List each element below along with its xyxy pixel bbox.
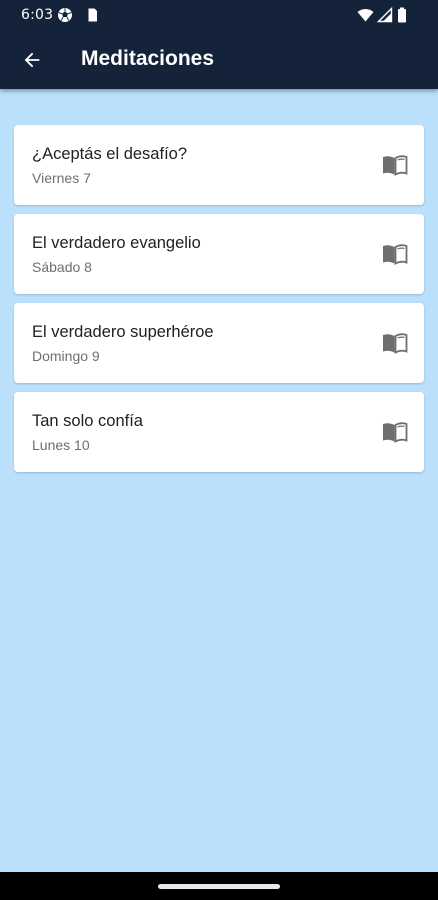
arrow-left-icon bbox=[24, 52, 40, 68]
meditation-title: El verdadero superhéroe bbox=[32, 323, 214, 341]
wifi-icon bbox=[357, 8, 374, 22]
meditation-title: ¿Aceptás el desafío? bbox=[32, 145, 188, 163]
status-time: 6:03 bbox=[21, 7, 54, 23]
meditation-title: El verdadero evangelio bbox=[32, 234, 201, 252]
meditation-date: Viernes 7 bbox=[32, 170, 91, 186]
meditation-card[interactable]: Tan solo confía Lunes 10 bbox=[14, 392, 424, 472]
app-bar: Meditaciones bbox=[0, 30, 438, 89]
open-book-icon bbox=[383, 333, 408, 354]
back-button[interactable] bbox=[18, 46, 46, 74]
meditation-card[interactable]: El verdadero superhéroe Domingo 9 bbox=[14, 303, 424, 383]
page-title: Meditaciones bbox=[81, 47, 215, 70]
battery-icon bbox=[398, 7, 406, 23]
signal-icon bbox=[377, 7, 393, 23]
home-gesture-handle[interactable] bbox=[158, 884, 280, 889]
open-book-icon bbox=[383, 244, 408, 265]
open-book-icon bbox=[383, 155, 408, 176]
meditation-card[interactable]: El verdadero evangelio Sábado 8 bbox=[14, 214, 424, 294]
meditation-date: Domingo 9 bbox=[32, 348, 100, 364]
sim-card-icon bbox=[88, 8, 97, 22]
meditation-title: Tan solo confía bbox=[32, 412, 143, 430]
status-bar: 6:03 bbox=[0, 0, 438, 30]
open-book-icon bbox=[383, 422, 408, 443]
meditation-card[interactable]: ¿Aceptás el desafío? Viernes 7 bbox=[14, 125, 424, 205]
meditation-list: ¿Aceptás el desafío? Viernes 7 El verdad… bbox=[14, 125, 424, 481]
soccer-ball-icon bbox=[58, 8, 72, 22]
meditation-date: Lunes 10 bbox=[32, 437, 90, 453]
navigation-bar bbox=[0, 872, 438, 900]
meditation-date: Sábado 8 bbox=[32, 259, 92, 275]
